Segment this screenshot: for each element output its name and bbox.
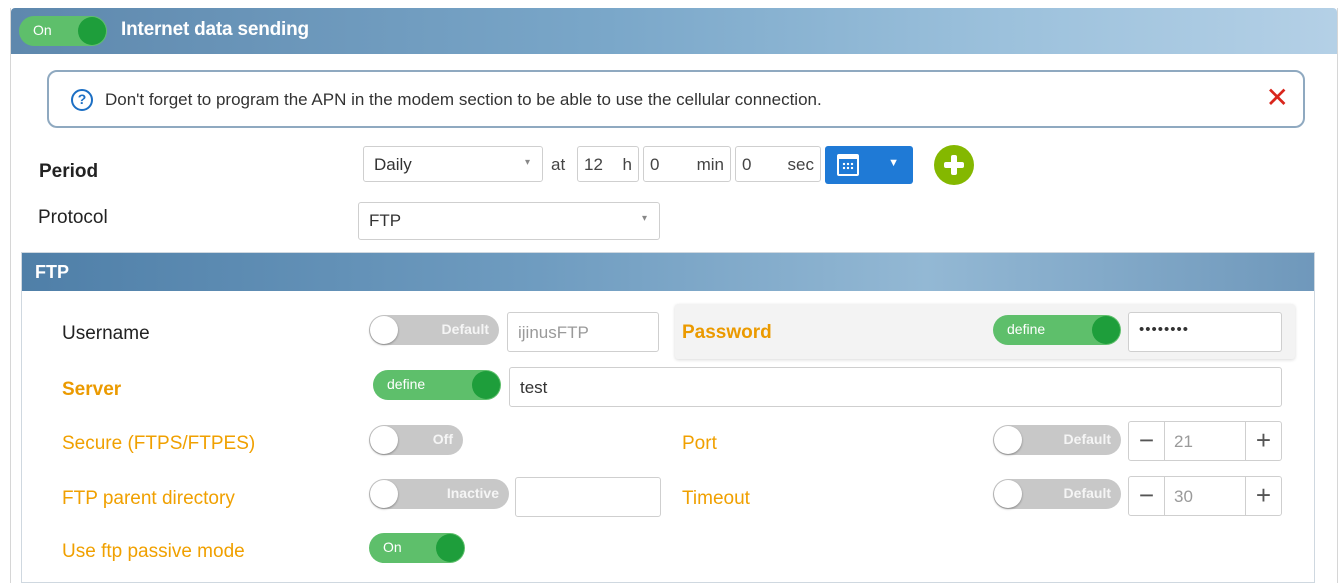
calendar-icon: [837, 154, 859, 176]
chevron-down-icon: ▾: [641, 213, 647, 224]
plus-icon[interactable]: +: [1245, 477, 1281, 515]
info-message: Don't forget to program the APN in the m…: [105, 90, 822, 109]
protocol-value: FTP: [369, 211, 402, 230]
parent-dir-input[interactable]: [515, 477, 661, 517]
port-label: Port: [682, 433, 717, 454]
minute-value: 0: [650, 155, 660, 174]
protocol-select[interactable]: FTP ▾: [358, 202, 660, 240]
parent-dir-toggle[interactable]: Inactive: [369, 479, 509, 509]
port-value: 21: [1174, 432, 1193, 451]
toggle-label: On: [33, 22, 52, 38]
toggle-label: Default: [1063, 431, 1111, 447]
password-input[interactable]: ••••••••: [1128, 312, 1282, 352]
timeout-value: 30: [1174, 487, 1193, 506]
internet-sending-toggle[interactable]: On: [19, 16, 107, 46]
section-header: On Internet data sending: [11, 8, 1337, 54]
toggle-knob: [994, 480, 1022, 508]
at-label: at: [551, 155, 566, 174]
secure-label: Secure (FTPS/FTPES): [62, 433, 256, 454]
ftp-title: FTP: [35, 262, 69, 282]
timeout-default-toggle[interactable]: Default: [993, 479, 1121, 509]
protocol-label: Protocol: [38, 207, 108, 228]
toggle-knob: [994, 426, 1022, 454]
period-label: Period: [39, 161, 99, 182]
chevron-down-icon: ▼: [888, 157, 899, 169]
apn-info-banner: ? Don't forget to program the APN in the…: [47, 70, 1305, 128]
minute-unit: min: [696, 155, 724, 174]
toggle-knob: [370, 426, 398, 454]
hour-value: 12: [584, 155, 603, 174]
minute-field[interactable]: 0 min: [643, 146, 731, 182]
plus-circle-icon[interactable]: [934, 145, 974, 185]
port-default-toggle[interactable]: Default: [993, 425, 1121, 455]
close-icon[interactable]: ✕: [1266, 84, 1289, 112]
hour-unit: h: [622, 155, 632, 174]
password-define-toggle[interactable]: define: [993, 315, 1121, 345]
server-label: Server: [62, 379, 122, 400]
toggle-label: Inactive: [446, 485, 499, 501]
minus-icon[interactable]: −: [1129, 477, 1165, 515]
toggle-label: define: [1007, 321, 1046, 337]
ftp-panel: FTP: [21, 252, 1315, 583]
second-field[interactable]: 0 sec: [735, 146, 821, 182]
server-define-toggle[interactable]: define: [373, 370, 501, 400]
secure-toggle[interactable]: Off: [369, 425, 463, 455]
help-circle-icon: ?: [71, 89, 93, 111]
section-title: Internet data sending: [121, 19, 309, 40]
toggle-knob: [370, 480, 398, 508]
toggle-label: define: [387, 376, 426, 392]
password-label: Password: [682, 322, 772, 343]
timeout-label: Timeout: [682, 488, 750, 509]
second-unit: sec: [787, 155, 814, 174]
toggle-knob: [472, 371, 500, 399]
chevron-down-icon: ▾: [524, 157, 530, 168]
period-select[interactable]: Daily ▾: [363, 146, 543, 182]
timeout-stepper[interactable]: − 30 +: [1128, 476, 1282, 516]
username-value: ijinusFTP: [518, 323, 589, 342]
ftp-header: FTP: [22, 253, 1314, 291]
calendar-dropdown-button[interactable]: ▼: [825, 146, 913, 184]
second-value: 0: [742, 155, 752, 174]
server-value: test: [520, 378, 548, 397]
hour-field[interactable]: 12 h: [577, 146, 639, 182]
passive-mode-toggle[interactable]: On: [369, 533, 465, 563]
parent-dir-label: FTP parent directory: [62, 488, 235, 509]
server-input[interactable]: test: [509, 367, 1282, 407]
username-input[interactable]: ijinusFTP: [507, 312, 659, 352]
toggle-knob: [78, 17, 106, 45]
toggle-label: Default: [441, 321, 489, 337]
toggle-label: On: [383, 539, 402, 555]
period-value: Daily: [374, 155, 412, 174]
port-stepper[interactable]: − 21 +: [1128, 421, 1282, 461]
minus-icon[interactable]: −: [1129, 422, 1165, 460]
username-default-toggle[interactable]: Default: [369, 315, 499, 345]
toggle-knob: [370, 316, 398, 344]
username-label: Username: [62, 323, 150, 344]
toggle-label: Default: [1063, 485, 1111, 501]
plus-icon[interactable]: +: [1245, 422, 1281, 460]
toggle-knob: [1092, 316, 1120, 344]
password-value: ••••••••: [1139, 321, 1190, 338]
passive-mode-label: Use ftp passive mode: [62, 541, 245, 562]
toggle-label: Off: [432, 431, 453, 447]
toggle-knob: [436, 534, 464, 562]
